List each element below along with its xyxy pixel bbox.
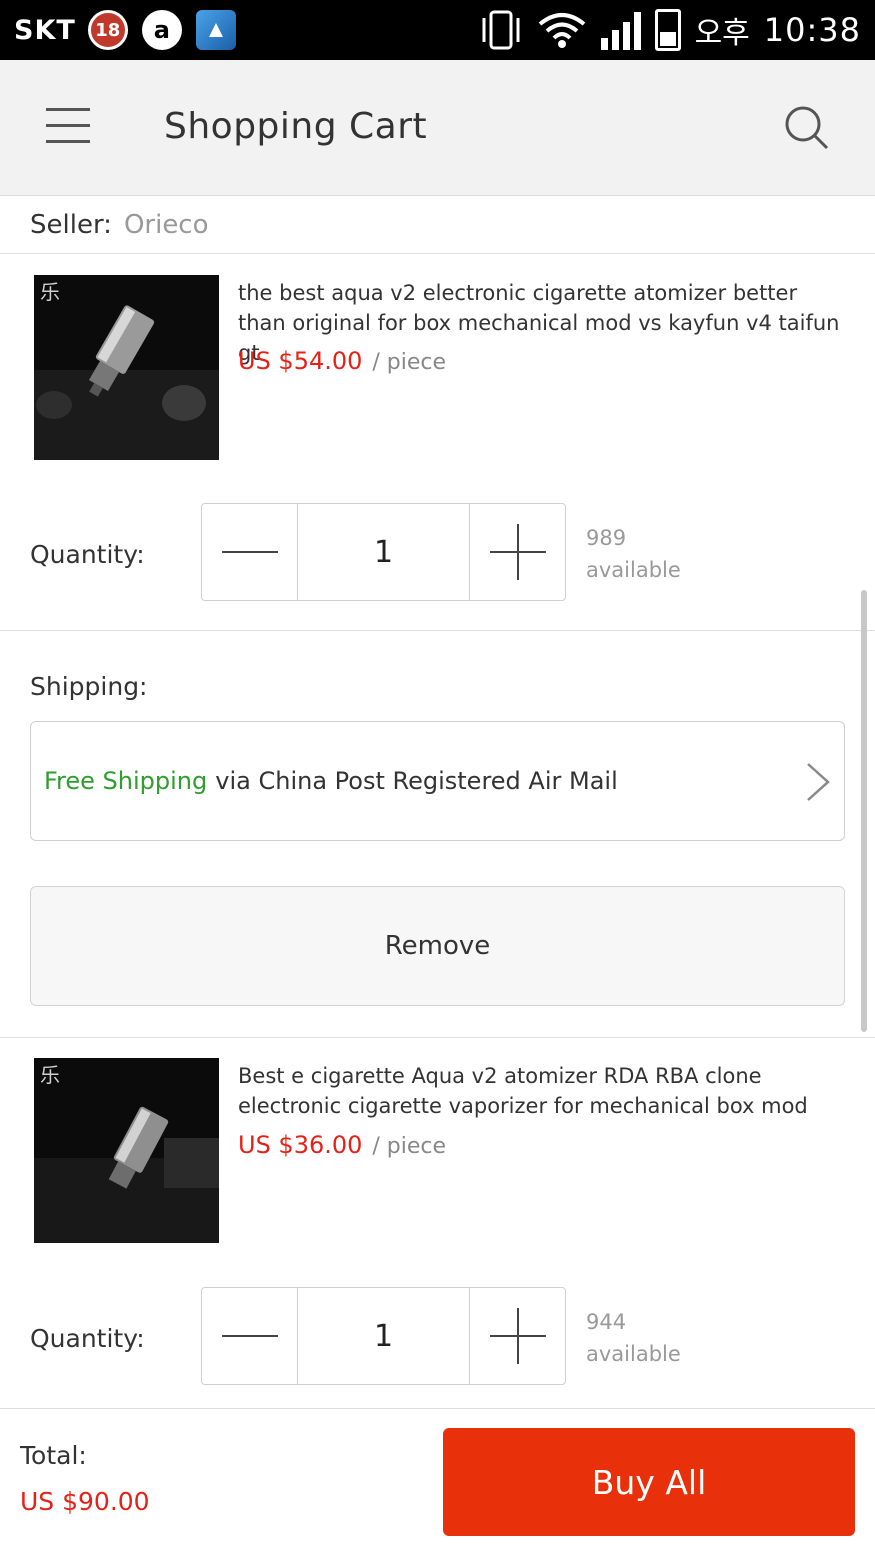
page-title: Shopping Cart: [164, 106, 428, 147]
available-label: available: [586, 1342, 681, 1366]
quantity-stepper: 1: [201, 1287, 566, 1385]
svg-text:乐: 乐: [40, 280, 60, 304]
shipping-label: Shipping:: [30, 672, 148, 701]
total-label: Total:: [20, 1441, 87, 1470]
battery-icon: [654, 9, 681, 51]
product-price: US $54.00: [238, 347, 363, 375]
shipping-method-selector[interactable]: Free Shipping via China Post Registered …: [30, 721, 845, 841]
app-bar: Shopping Cart: [0, 60, 875, 196]
quantity-value[interactable]: 1: [298, 504, 469, 600]
am-pm-label: 오후: [694, 16, 750, 51]
product-price: US $36.00: [238, 1131, 363, 1159]
svg-text:乐: 乐: [40, 1063, 60, 1087]
quantity-label: Quantity:: [30, 1324, 145, 1353]
signal-strength-icon: [600, 10, 641, 50]
quantity-stepper: 1: [201, 503, 566, 601]
chevron-right-icon: [807, 763, 830, 801]
product-thumbnail[interactable]: 乐: [34, 1058, 219, 1243]
decrement-button[interactable]: [202, 504, 298, 600]
price-unit: / piece: [372, 1134, 447, 1159]
shipping-method-label: via China Post Registered Air Mail: [215, 767, 618, 795]
available-count: 989: [586, 526, 627, 550]
product-title[interactable]: Best e cigarette Aqua v2 atomizer RDA RB…: [238, 1061, 848, 1121]
remove-button[interactable]: Remove: [30, 886, 845, 1006]
clock: 10:38: [763, 11, 861, 49]
seller-name[interactable]: Orieco: [124, 210, 209, 240]
scrollbar[interactable]: [861, 590, 867, 1032]
quantity-value[interactable]: 1: [298, 1288, 469, 1384]
section-divider: [0, 630, 875, 631]
seller-row[interactable]: Seller: Orieco: [0, 196, 875, 254]
app-notification-icon: a: [141, 10, 182, 50]
status-indicators: 오후 10:38: [479, 8, 861, 52]
checkout-footer: Total: US $90.00 Buy All: [0, 1408, 875, 1556]
status-bar: SKT 18 a 오후 10:38: [0, 0, 875, 60]
buy-all-button[interactable]: Buy All: [443, 1428, 855, 1536]
wifi-icon: [538, 13, 585, 48]
carrier-label: SKT: [14, 14, 76, 46]
price-line: US $36.00 / piece: [238, 1131, 446, 1159]
search-icon[interactable]: [783, 104, 831, 152]
hamburger-menu-icon[interactable]: [46, 108, 90, 148]
vibrate-icon: [482, 10, 520, 50]
price-line: US $54.00 / piece: [238, 347, 446, 375]
available-label: available: [586, 558, 681, 582]
total-price: US $90.00: [20, 1487, 150, 1516]
available-stock: 944 available: [586, 1306, 681, 1370]
free-shipping-label: Free Shipping: [44, 767, 208, 795]
notification-count-badge: 18: [87, 10, 128, 50]
product-thumbnail[interactable]: 乐: [34, 275, 219, 460]
decrement-button[interactable]: [202, 1288, 298, 1384]
available-stock: 989 available: [586, 522, 681, 586]
section-divider: [0, 1037, 875, 1038]
price-unit: / piece: [372, 350, 447, 375]
app-update-icon: [195, 10, 236, 50]
increment-button[interactable]: [469, 1288, 565, 1384]
available-count: 944: [586, 1310, 627, 1334]
quantity-label: Quantity:: [30, 540, 145, 569]
seller-label: Seller:: [30, 209, 112, 240]
increment-button[interactable]: [469, 504, 565, 600]
